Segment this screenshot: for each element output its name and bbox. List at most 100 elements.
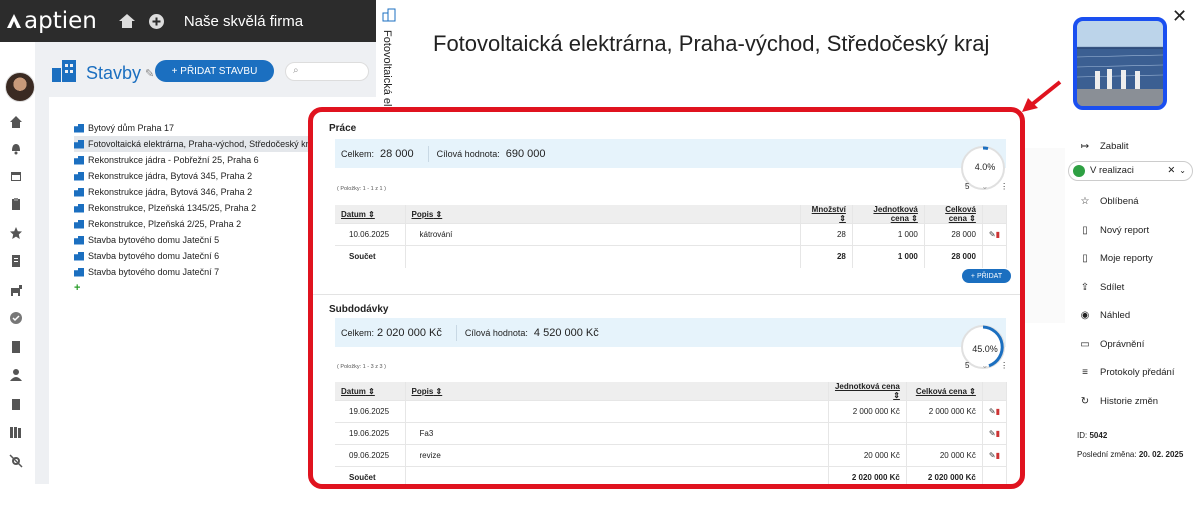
add-prace-button[interactable]: + PŘIDAT — [962, 269, 1011, 283]
table-row[interactable]: 19.06.2025 Fa3 ✎▮ — [335, 422, 1008, 445]
edit-icon[interactable]: ✎ — [989, 407, 996, 416]
add-stavba-button[interactable]: + PŘIDAT STAVBU — [155, 60, 274, 82]
settings-tool-icon[interactable] — [9, 454, 23, 468]
delete-icon[interactable]: ▮ — [996, 451, 1000, 460]
tree-item[interactable]: Stavba bytového domu Jateční 6 — [74, 248, 316, 264]
col-celkova[interactable]: Celková cena ⇕ — [924, 205, 983, 224]
sum-jednotkova: 2 020 000 Kč — [828, 466, 907, 484]
status-select[interactable]: V realizaci ✕ ⌄ — [1068, 160, 1193, 181]
col-popis[interactable]: Popis ⇕ — [405, 382, 829, 401]
chevron-down-icon[interactable]: ⌄ — [1179, 166, 1186, 175]
stavby-header: Stavby ✎ — [52, 60, 154, 87]
edit-icon[interactable]: ✎ — [989, 429, 996, 438]
user-icon[interactable] — [9, 368, 23, 382]
menu-label: Nový report — [1100, 224, 1150, 236]
delete-icon[interactable]: ▮ — [996, 407, 1000, 416]
my-reports-item[interactable]: ▯ Moje reporty — [1068, 245, 1193, 274]
delete-icon[interactable]: ▮ — [996, 429, 1000, 438]
cell-popis: Fa3 — [405, 422, 829, 445]
avatar[interactable] — [5, 72, 35, 102]
edit-icon[interactable]: ✎ — [989, 230, 996, 239]
permissions-item[interactable]: ▭ Oprávnění — [1068, 330, 1193, 359]
col-datum[interactable]: Datum ⇕ — [335, 382, 406, 401]
tree-item[interactable]: Stavba bytového domu Jateční 5 — [74, 232, 316, 248]
collapse-label: Zabalit — [1100, 140, 1129, 152]
dog-icon[interactable] — [9, 283, 23, 297]
tree-item[interactable]: Stavba bytového domu Jateční 7 — [74, 264, 316, 280]
col-celkova[interactable]: Celková cena ⇕ — [906, 382, 983, 401]
handover-protocols-item[interactable]: ≡ Protokoly předání — [1068, 359, 1193, 388]
search-icon: ⌕ — [293, 65, 299, 76]
col-datum[interactable]: Datum ⇕ — [335, 205, 406, 224]
tree-item[interactable]: Rekonstrukce, Plzeňská 2/25, Praha 2 — [74, 216, 316, 232]
tree-item[interactable]: Rekonstrukce jádra, Bytová 345, Praha 2 — [74, 168, 316, 184]
tree-item[interactable]: Rekonstrukce, Plzeňská 1345/25, Praha 2 — [74, 200, 316, 216]
tree-item-label: Rekonstrukce jádra, Bytová 346, Praha 2 — [88, 187, 253, 197]
prace-summary: Celkem: 28 000 Cílová hodnota: 690 000 — [335, 139, 1006, 168]
share-item[interactable]: ⇪ Sdílet — [1068, 273, 1193, 302]
table-row[interactable]: 19.06.2025 2 000 000 Kč 2 000 000 Kč ✎▮ — [335, 400, 1008, 423]
home-nav-icon[interactable] — [9, 115, 23, 129]
col-mnozstvi[interactable]: Množství ⇕ — [800, 205, 853, 224]
col-jednotkova[interactable]: Jednotková cena ⇕ — [828, 382, 907, 401]
left-navigation — [0, 42, 35, 510]
file-icon[interactable] — [9, 340, 23, 354]
favorites-item[interactable]: ☆ Oblíbená — [1068, 188, 1193, 217]
cell-jednotkova — [828, 422, 907, 445]
bell-icon[interactable] — [9, 141, 23, 155]
last-change: Poslední změna: 20. 02. 2025 — [1077, 450, 1183, 459]
table-row[interactable]: 09.06.2025 revize 20 000 Kč 20 000 Kč ✎▮ — [335, 444, 1008, 467]
more-vert-icon[interactable]: ⋮ — [1000, 182, 1008, 191]
company-name[interactable]: Naše skvělá firma — [184, 13, 303, 30]
tree-item-label: Fotovoltaická elektrárna, Praha-východ, … — [88, 139, 316, 149]
clear-icon[interactable]: ✕ — [1167, 165, 1175, 176]
solar-panels-image — [1077, 49, 1163, 106]
app-logo[interactable]: aptien — [6, 8, 97, 34]
edit-pencil-icon[interactable]: ✎ — [145, 67, 154, 80]
document-icon[interactable] — [9, 254, 23, 268]
tree-add[interactable]: + — [74, 280, 316, 296]
cell-popis — [405, 400, 829, 423]
col-jednotkova[interactable]: Jednotková cena ⇕ — [852, 205, 925, 224]
new-report-item[interactable]: ▯ Nový report — [1068, 216, 1193, 245]
search-input[interactable]: ⌕ — [285, 62, 369, 81]
clipboard-icon[interactable] — [9, 197, 23, 211]
page-title: Stavby — [86, 63, 142, 83]
add-plus-icon[interactable]: + — [74, 282, 80, 294]
books-icon[interactable] — [9, 425, 23, 439]
tree-item-label: Stavba bytového domu Jateční 5 — [88, 235, 220, 245]
star-icon[interactable] — [9, 226, 23, 240]
page-size-select[interactable]: 5 ⌄ ⋮ — [965, 361, 1020, 370]
table-row[interactable]: 10.06.2025 kátrování 28 1 000 28 000 ✎▮ — [335, 223, 1008, 246]
check-circle-icon[interactable] — [9, 311, 23, 325]
celkem-value: 2 020 000 Kč — [377, 326, 442, 339]
close-icon[interactable]: ✕ — [1172, 6, 1187, 27]
celkem-value: 28 000 — [380, 147, 414, 160]
building-icon — [74, 123, 84, 133]
calendar-icon[interactable] — [9, 169, 23, 183]
col-popis[interactable]: Popis ⇕ — [405, 205, 801, 224]
project-photo[interactable] — [1073, 17, 1167, 110]
prace-heading: Práce — [329, 123, 357, 134]
delete-icon[interactable]: ▮ — [996, 230, 1000, 239]
divider — [427, 145, 429, 162]
edit-icon[interactable]: ✎ — [989, 451, 996, 460]
history-item[interactable]: ↻ Historie změn — [1068, 387, 1193, 416]
preview-item[interactable]: ◉ Náhled — [1068, 302, 1193, 331]
tree-item[interactable]: Bytový dům Praha 17 — [74, 120, 316, 136]
add-circle-icon[interactable] — [148, 13, 164, 29]
tree-item-label: Rekonstrukce, Plzeňská 1345/25, Praha 2 — [88, 203, 257, 213]
tree-item[interactable]: Rekonstrukce jádra, Bytová 346, Praha 2 — [74, 184, 316, 200]
eye-icon: ◉ — [1080, 310, 1090, 322]
tree-item-selected[interactable]: Fotovoltaická elektrárna, Praha-východ, … — [74, 136, 316, 152]
col-actions — [982, 382, 1008, 401]
home-icon[interactable] — [118, 14, 135, 28]
clipboard-list-icon[interactable] — [9, 397, 23, 411]
report-icon: ▯ — [1082, 253, 1088, 265]
page-size-select[interactable]: 5 ⌄ ⋮ — [965, 182, 1020, 191]
chevron-down-icon: ⌄ — [981, 182, 989, 191]
chevron-down-icon: ⌄ — [981, 361, 989, 370]
more-vert-icon[interactable]: ⋮ — [1000, 361, 1008, 370]
collapse-button[interactable]: ↦ Zabalit — [1068, 132, 1193, 161]
tree-item[interactable]: Rekonstrukce jádra - Pobřežní 25, Praha … — [74, 152, 316, 168]
